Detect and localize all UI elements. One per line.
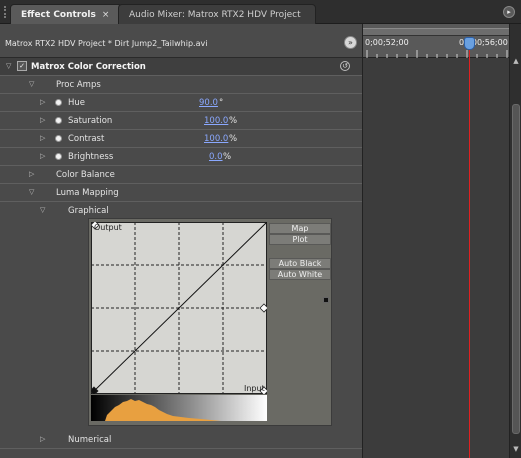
effect-row-matrox-color-correction[interactable]: ▽ ✓ Matrox Color Correction ↺: [0, 58, 362, 76]
reset-effect-icon[interactable]: ↺: [340, 61, 350, 71]
hue-value[interactable]: 90.0: [199, 98, 218, 108]
output-axis-label: Output: [94, 223, 122, 232]
group-label: Color Balance: [56, 170, 115, 180]
map-button[interactable]: Map: [269, 223, 331, 234]
contrast-keyframe-toggle-icon[interactable]: [55, 135, 62, 142]
param-row-brightness[interactable]: ▷ Brightness 0.0 %: [0, 148, 362, 166]
effect-timeline[interactable]: 0;00;52;00 00;00;56;00: [362, 24, 510, 458]
param-label: Saturation: [68, 116, 113, 126]
time-ruler[interactable]: 0;00;52;00 00;00;56;00: [363, 24, 510, 58]
hue-unit: °: [219, 98, 224, 108]
group-label: Proc Amps: [56, 80, 101, 90]
saturation-value[interactable]: 100.0: [204, 116, 228, 126]
tab-audio-mixer[interactable]: Audio Mixer: Matrox RTX2 HDV Project: [118, 4, 316, 24]
show-hide-timeline-button[interactable]: »: [344, 36, 357, 49]
zoom-track[interactable]: [363, 28, 510, 36]
panel-menu-icon[interactable]: ▸: [503, 6, 515, 18]
proc-amps-chevron-icon[interactable]: ▽: [29, 80, 37, 88]
param-label: Brightness: [68, 152, 114, 162]
scrollbar-thumb[interactable]: [512, 104, 520, 434]
graphical-chevron-icon[interactable]: ▽: [40, 206, 48, 214]
luma-graph-area: Output Input Map Plot Auto Black Auto Wh…: [0, 216, 362, 430]
clip-name: Matrox RTX2 HDV Project * Dirt Jump2_Tai…: [5, 39, 208, 48]
param-row-contrast[interactable]: ▷ Contrast 100.0 %: [0, 130, 362, 148]
brightness-keyframe-toggle-icon[interactable]: [55, 153, 62, 160]
panel-tab-strip: Effect Controls × Audio Mixer: Matrox RTX…: [0, 0, 521, 24]
contrast-value[interactable]: 100.0: [204, 134, 228, 144]
luma-curve-svg: [91, 222, 267, 394]
luma-graph-frame: Output Input Map Plot Auto Black Auto Wh…: [88, 218, 332, 426]
tab-audio-mixer-label: Audio Mixer: Matrox RTX2 HDV Project: [129, 10, 301, 20]
tab-effect-controls[interactable]: Effect Controls ×: [10, 4, 122, 24]
group-row-proc-amps[interactable]: ▽ Proc Amps: [0, 76, 362, 94]
scroll-down-arrow-icon[interactable]: ▼: [511, 444, 521, 454]
auto-white-button[interactable]: Auto White: [269, 269, 331, 280]
brightness-value[interactable]: 0.0: [209, 152, 223, 162]
luma-mapping-chevron-icon[interactable]: ▽: [29, 188, 37, 196]
param-label: Hue: [68, 98, 86, 108]
time-start-label: 0;00;52;00: [365, 38, 409, 47]
color-balance-chevron-icon[interactable]: ▷: [29, 170, 37, 178]
param-row-saturation[interactable]: ▷ Saturation 100.0 %: [0, 112, 362, 130]
effect-name: Matrox Color Correction: [31, 62, 146, 72]
scroll-up-arrow-icon[interactable]: ▲: [511, 56, 521, 66]
saturation-expand-icon[interactable]: ▷: [40, 116, 48, 124]
curve-point-mid-right[interactable]: [259, 303, 267, 313]
tab-effect-controls-label: Effect Controls: [21, 10, 96, 20]
group-label: Graphical: [68, 206, 109, 216]
input-axis-label: Input: [244, 384, 265, 393]
ruler-ticks: [366, 50, 508, 58]
effect-expand-chevron-icon[interactable]: ▽: [6, 62, 14, 70]
tab-close-icon[interactable]: ×: [102, 10, 110, 20]
saturation-unit: %: [229, 116, 238, 126]
luma-histogram: [91, 395, 267, 421]
color-swatch-square[interactable]: [323, 297, 329, 303]
param-label: Contrast: [68, 134, 105, 144]
group-row-luma-mapping[interactable]: ▽ Luma Mapping: [0, 184, 362, 202]
group-label: Numerical: [68, 435, 112, 445]
param-row-hue[interactable]: ▷ Hue 90.0 °: [0, 94, 362, 112]
hue-keyframe-toggle-icon[interactable]: [55, 99, 62, 106]
clip-header: Matrox RTX2 HDV Project * Dirt Jump2_Tai…: [0, 24, 362, 58]
group-label: Luma Mapping: [56, 188, 119, 198]
fx-toggle-icon[interactable]: ✓: [17, 61, 27, 71]
hue-expand-icon[interactable]: ▷: [40, 98, 48, 106]
contrast-unit: %: [229, 134, 238, 144]
playhead-line[interactable]: [469, 48, 470, 458]
group-row-numerical[interactable]: ▷ Numerical: [0, 431, 362, 449]
plot-button[interactable]: Plot: [269, 234, 331, 245]
vertical-scrollbar[interactable]: ▲ ▼: [509, 24, 521, 458]
luma-curve-graph[interactable]: Output Input: [91, 222, 267, 394]
contrast-expand-icon[interactable]: ▷: [40, 134, 48, 142]
group-row-color-balance[interactable]: ▷ Color Balance: [0, 166, 362, 184]
saturation-keyframe-toggle-icon[interactable]: [55, 117, 62, 124]
brightness-unit: %: [223, 152, 232, 162]
histogram-svg: [105, 399, 221, 421]
auto-black-button[interactable]: Auto Black: [269, 258, 331, 269]
brightness-expand-icon[interactable]: ▷: [40, 152, 48, 160]
numerical-expand-icon[interactable]: ▷: [40, 435, 48, 443]
playhead-handle[interactable]: [464, 37, 475, 50]
